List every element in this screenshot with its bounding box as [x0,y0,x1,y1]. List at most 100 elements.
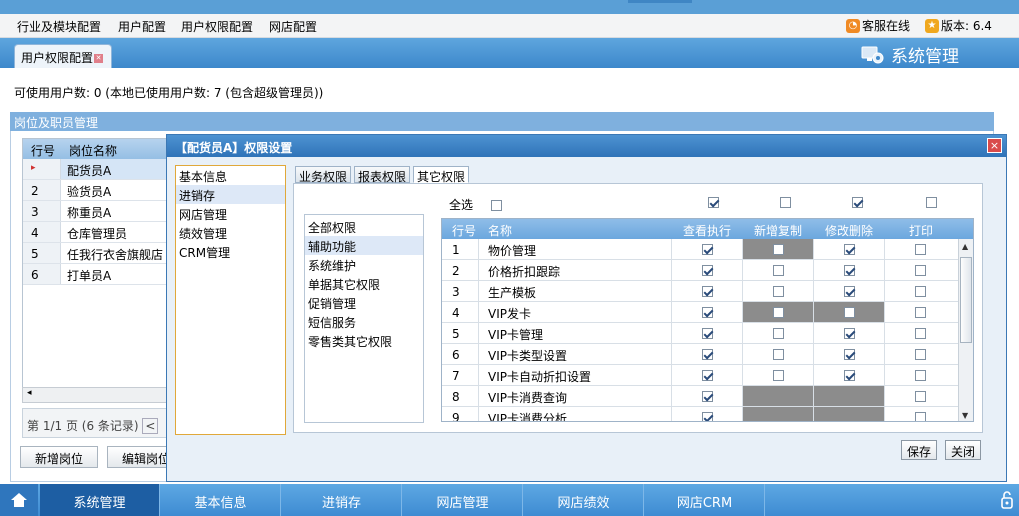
perm-print-checkbox[interactable] [914,264,926,276]
table-row[interactable]: 7 VIP卡自动折扣设置 [442,365,958,386]
table-row[interactable]: 8 VIP卡消费查询 [442,386,958,407]
tab-other-permission[interactable]: 其它权限 [413,166,470,184]
select-all-checkbox[interactable] [490,200,502,211]
nav-system-management[interactable]: 系统管理 [40,484,160,516]
perm-view-checkbox[interactable] [701,369,713,381]
save-button[interactable]: 保存 [901,440,938,460]
category-item[interactable]: 单据其它权限 [305,274,423,293]
module-nav-item-performance[interactable]: 绩效管理 [176,223,285,242]
perm-view-checkbox[interactable] [701,285,713,297]
perm-cell-view [671,281,742,301]
perm-print-checkbox[interactable] [914,306,926,318]
category-item[interactable]: 短信服务 [305,312,423,331]
nav-shop-management[interactable]: 网店管理 [403,484,523,516]
select-all-view-checkbox[interactable] [708,197,719,208]
post-grid-header: 行号 岗位名称 [23,139,167,159]
module-nav-item-shop[interactable]: 网店管理 [176,204,285,223]
category-item[interactable]: 零售类其它权限 [305,331,423,350]
chat-icon: ◔ [846,18,860,33]
table-row[interactable]: 5 VIP卡管理 [442,323,958,344]
lock-icon[interactable] [1001,490,1013,510]
perm-edit-checkbox[interactable] [843,348,855,360]
perm-add-checkbox[interactable] [772,264,784,276]
nav-basic-info[interactable]: 基本信息 [161,484,281,516]
scroll-down-icon[interactable]: ▼ [962,411,968,420]
nav-shop-performance[interactable]: 网店绩效 [524,484,644,516]
category-item[interactable]: 全部权限 [305,217,423,236]
perm-view-checkbox[interactable] [701,306,713,318]
scroll-thumb[interactable] [960,257,972,343]
table-row[interactable]: 6 打单员A [23,264,167,285]
category-item[interactable]: 促销管理 [305,293,423,312]
perm-view-checkbox[interactable] [701,390,713,402]
perm-cell-edit [813,281,884,301]
table-row[interactable]: 1 物价管理 [442,239,958,260]
perm-edit-checkbox[interactable] [843,264,855,276]
menu-item-user-permission-config[interactable]: 用户权限配置 [181,18,253,35]
menu-item-user-config[interactable]: 用户配置 [118,18,166,35]
perm-add-checkbox[interactable] [772,369,784,381]
tab-business-permission[interactable]: 业务权限 [295,166,352,184]
table-row[interactable]: 2 验货员A [23,180,167,201]
select-all-print-checkbox[interactable] [926,197,937,208]
table-row[interactable]: 4 仓库管理员 [23,222,167,243]
row-no: ▸ [23,159,61,179]
perm-print-checkbox[interactable] [914,327,926,339]
perm-print-checkbox[interactable] [914,369,926,381]
add-post-button[interactable]: 新增岗位 [20,446,98,468]
perm-edit-checkbox[interactable] [843,327,855,339]
table-row[interactable]: 5 任我行衣舍旗舰店 [23,243,167,264]
perm-print-checkbox[interactable] [914,243,926,255]
perm-print-checkbox[interactable] [914,411,926,421]
category-item[interactable]: 系统维护 [305,255,423,274]
post-grid-hscrollbar[interactable]: ◂ [22,387,168,403]
table-row[interactable]: 2 价格折扣跟踪 [442,260,958,281]
perm-edit-checkbox[interactable] [843,243,855,255]
perm-print-checkbox[interactable] [914,390,926,402]
select-all-add-checkbox[interactable] [780,197,791,208]
select-all-edit-checkbox[interactable] [852,197,863,208]
perm-view-checkbox[interactable] [701,243,713,255]
tab-user-permission-config[interactable]: 用户权限配置 ✕ [14,44,112,68]
module-nav-item-basic[interactable]: 基本信息 [176,166,285,185]
close-button[interactable]: 关闭 [945,440,982,460]
menu-bar: 行业及模块配置 用户配置 用户权限配置 网店配置 ◔ 客服在线 ★ 版本: 6.… [0,14,1019,38]
tab-close-icon[interactable]: ✕ [94,54,104,63]
perm-view-checkbox[interactable] [701,264,713,276]
perm-add-checkbox[interactable] [772,285,784,297]
perm-cell-view [671,323,742,343]
module-nav-item-inventory[interactable]: 进销存 [176,185,285,204]
nav-inventory[interactable]: 进销存 [282,484,402,516]
pager-prev-button[interactable]: < [142,418,159,434]
module-nav-item-crm[interactable]: CRM管理 [176,242,285,261]
table-row[interactable]: 3 生产模板 [442,281,958,302]
menu-item-industry-config[interactable]: 行业及模块配置 [17,18,101,35]
table-row[interactable]: 3 称重员A [23,201,167,222]
perm-view-checkbox[interactable] [701,327,713,339]
perm-cell-add [742,281,813,301]
perm-view-checkbox[interactable] [701,411,713,421]
permission-dialog: 【配货员A】权限设置 × 基本信息 进销存 网店管理 绩效管理 CRM管理 业务… [166,134,1007,482]
table-row[interactable]: ▸ 配货员A [23,159,167,180]
dialog-close-icon[interactable]: × [987,138,1002,153]
table-row[interactable]: 4 VIP发卡 [442,302,958,323]
tab-report-permission[interactable]: 报表权限 [354,166,411,184]
scroll-left-icon[interactable]: ◂ [27,388,32,398]
perm-edit-checkbox[interactable] [843,369,855,381]
perm-print-checkbox[interactable] [914,348,926,360]
customer-service-link[interactable]: ◔ 客服在线 [846,17,910,34]
perm-print-checkbox[interactable] [914,285,926,297]
perm-add-checkbox[interactable] [772,327,784,339]
home-icon[interactable] [0,484,38,516]
menu-item-shop-config[interactable]: 网店配置 [269,18,317,35]
table-row[interactable]: 9 VIP卡消费分析 [442,407,958,421]
scroll-up-icon[interactable]: ▲ [962,242,968,251]
perm-add-checkbox[interactable] [772,348,784,360]
nav-shop-crm[interactable]: 网店CRM [645,484,765,516]
category-item[interactable]: 辅助功能 [305,236,423,255]
perm-edit-checkbox[interactable] [843,285,855,297]
permission-vscrollbar[interactable]: ▲ ▼ [958,239,973,421]
perm-view-checkbox[interactable] [701,348,713,360]
perm-cell-edit [813,344,884,364]
table-row[interactable]: 6 VIP卡类型设置 [442,344,958,365]
